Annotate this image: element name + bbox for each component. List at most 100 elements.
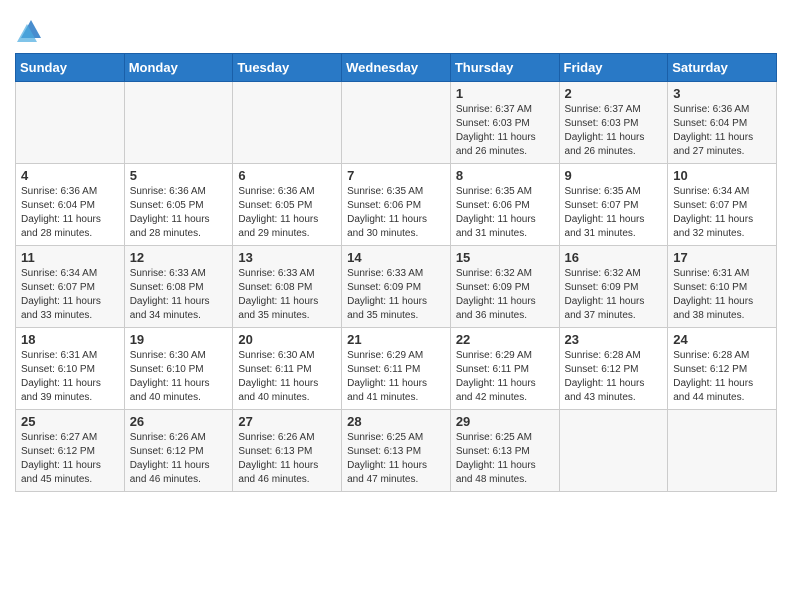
day-info: Sunrise: 6:30 AM Sunset: 6:10 PM Dayligh… xyxy=(130,349,228,405)
day-info: Sunrise: 6:28 AM Sunset: 6:12 PM Dayligh… xyxy=(565,349,663,405)
day-number: 18 xyxy=(21,332,119,347)
calendar-cell: 14 Sunrise: 6:33 AM Sunset: 6:09 PM Dayli… xyxy=(342,246,451,328)
day-info: Sunrise: 6:33 AM Sunset: 6:08 PM Dayligh… xyxy=(130,267,228,323)
day-number: 26 xyxy=(130,414,228,429)
calendar-cell: 13 Sunrise: 6:33 AM Sunset: 6:08 PM Dayli… xyxy=(233,246,342,328)
day-info: Sunrise: 6:31 AM Sunset: 6:10 PM Dayligh… xyxy=(21,349,119,405)
day-number: 21 xyxy=(347,332,445,347)
calendar-cell: 26 Sunrise: 6:26 AM Sunset: 6:12 PM Dayli… xyxy=(124,410,233,492)
day-info: Sunrise: 6:29 AM Sunset: 6:11 PM Dayligh… xyxy=(347,349,445,405)
calendar-cell: 2 Sunrise: 6:37 AM Sunset: 6:03 PM Daylig… xyxy=(559,82,668,164)
header-cell-monday: Monday xyxy=(124,54,233,82)
calendar-cell xyxy=(233,82,342,164)
calendar-cell: 10Sunrise: 6:34 AM Sunset: 6:07 PM Dayli… xyxy=(668,164,777,246)
day-number: 13 xyxy=(238,250,336,265)
calendar-week-4: 18 Sunrise: 6:31 AM Sunset: 6:10 PM Dayli… xyxy=(16,328,777,410)
day-number: 16 xyxy=(565,250,663,265)
day-info: Sunrise: 6:26 AM Sunset: 6:13 PM Dayligh… xyxy=(238,431,336,487)
day-info: Sunrise: 6:25 AM Sunset: 6:13 PM Dayligh… xyxy=(347,431,445,487)
calendar-cell: 27Sunrise: 6:26 AM Sunset: 6:13 PM Dayli… xyxy=(233,410,342,492)
calendar-cell xyxy=(342,82,451,164)
header-cell-wednesday: Wednesday xyxy=(342,54,451,82)
calendar-cell: 24 Sunrise: 6:28 AM Sunset: 6:12 PM Dayli… xyxy=(668,328,777,410)
day-number: 17 xyxy=(673,250,771,265)
calendar-cell: 28Sunrise: 6:25 AM Sunset: 6:13 PM Dayli… xyxy=(342,410,451,492)
calendar-cell: 29 Sunrise: 6:25 AM Sunset: 6:13 PM Dayli… xyxy=(450,410,559,492)
day-info: Sunrise: 6:29 AM Sunset: 6:11 PM Dayligh… xyxy=(456,349,554,405)
header-cell-saturday: Saturday xyxy=(668,54,777,82)
header-cell-sunday: Sunday xyxy=(16,54,125,82)
calendar-cell: 17Sunrise: 6:31 AM Sunset: 6:10 PM Dayli… xyxy=(668,246,777,328)
day-number: 22 xyxy=(456,332,554,347)
calendar-week-2: 4 Sunrise: 6:36 AM Sunset: 6:04 PM Daylig… xyxy=(16,164,777,246)
calendar-cell: 25 Sunrise: 6:27 AM Sunset: 6:12 PM Dayli… xyxy=(16,410,125,492)
day-number: 12 xyxy=(130,250,228,265)
calendar-table: SundayMondayTuesdayWednesdayThursdayFrid… xyxy=(15,53,777,492)
calendar-cell: 16 Sunrise: 6:32 AM Sunset: 6:09 PM Dayli… xyxy=(559,246,668,328)
calendar-cell: 8Sunrise: 6:35 AM Sunset: 6:06 PM Daylig… xyxy=(450,164,559,246)
calendar-cell xyxy=(16,82,125,164)
calendar-week-1: 1Sunrise: 6:37 AM Sunset: 6:03 PM Daylig… xyxy=(16,82,777,164)
day-number: 4 xyxy=(21,168,119,183)
calendar-cell: 4 Sunrise: 6:36 AM Sunset: 6:04 PM Daylig… xyxy=(16,164,125,246)
day-info: Sunrise: 6:32 AM Sunset: 6:09 PM Dayligh… xyxy=(456,267,554,323)
day-info: Sunrise: 6:34 AM Sunset: 6:07 PM Dayligh… xyxy=(21,267,119,323)
header-cell-thursday: Thursday xyxy=(450,54,559,82)
day-number: 3 xyxy=(673,86,771,101)
day-info: Sunrise: 6:26 AM Sunset: 6:12 PM Dayligh… xyxy=(130,431,228,487)
day-info: Sunrise: 6:34 AM Sunset: 6:07 PM Dayligh… xyxy=(673,185,771,241)
day-number: 24 xyxy=(673,332,771,347)
day-number: 7 xyxy=(347,168,445,183)
day-number: 15 xyxy=(456,250,554,265)
header xyxy=(15,10,777,47)
day-number: 8 xyxy=(456,168,554,183)
day-info: Sunrise: 6:25 AM Sunset: 6:13 PM Dayligh… xyxy=(456,431,554,487)
calendar-cell: 3 Sunrise: 6:36 AM Sunset: 6:04 PM Daylig… xyxy=(668,82,777,164)
calendar-cell: 5 Sunrise: 6:36 AM Sunset: 6:05 PM Daylig… xyxy=(124,164,233,246)
day-info: Sunrise: 6:33 AM Sunset: 6:09 PM Dayligh… xyxy=(347,267,445,323)
calendar-cell: 20 Sunrise: 6:30 AM Sunset: 6:11 PM Dayli… xyxy=(233,328,342,410)
day-info: Sunrise: 6:37 AM Sunset: 6:03 PM Dayligh… xyxy=(456,103,554,159)
day-number: 6 xyxy=(238,168,336,183)
day-number: 2 xyxy=(565,86,663,101)
calendar-cell: 9 Sunrise: 6:35 AM Sunset: 6:07 PM Daylig… xyxy=(559,164,668,246)
day-info: Sunrise: 6:27 AM Sunset: 6:12 PM Dayligh… xyxy=(21,431,119,487)
logo-icon xyxy=(15,29,45,46)
day-number: 5 xyxy=(130,168,228,183)
day-info: Sunrise: 6:36 AM Sunset: 6:05 PM Dayligh… xyxy=(130,185,228,241)
calendar-cell: 11Sunrise: 6:34 AM Sunset: 6:07 PM Dayli… xyxy=(16,246,125,328)
calendar-cell: 18 Sunrise: 6:31 AM Sunset: 6:10 PM Dayli… xyxy=(16,328,125,410)
day-info: Sunrise: 6:36 AM Sunset: 6:05 PM Dayligh… xyxy=(238,185,336,241)
calendar-cell xyxy=(668,410,777,492)
calendar-cell: 12 Sunrise: 6:33 AM Sunset: 6:08 PM Dayli… xyxy=(124,246,233,328)
calendar-week-5: 25 Sunrise: 6:27 AM Sunset: 6:12 PM Dayli… xyxy=(16,410,777,492)
calendar-cell xyxy=(124,82,233,164)
calendar-cell: 22 Sunrise: 6:29 AM Sunset: 6:11 PM Dayli… xyxy=(450,328,559,410)
day-info: Sunrise: 6:30 AM Sunset: 6:11 PM Dayligh… xyxy=(238,349,336,405)
day-number: 23 xyxy=(565,332,663,347)
calendar-week-3: 11Sunrise: 6:34 AM Sunset: 6:07 PM Dayli… xyxy=(16,246,777,328)
day-number: 20 xyxy=(238,332,336,347)
page: SundayMondayTuesdayWednesdayThursdayFrid… xyxy=(0,0,792,507)
day-info: Sunrise: 6:33 AM Sunset: 6:08 PM Dayligh… xyxy=(238,267,336,323)
calendar-cell: 6 Sunrise: 6:36 AM Sunset: 6:05 PM Daylig… xyxy=(233,164,342,246)
day-number: 25 xyxy=(21,414,119,429)
day-number: 9 xyxy=(565,168,663,183)
header-row: SundayMondayTuesdayWednesdayThursdayFrid… xyxy=(16,54,777,82)
header-cell-friday: Friday xyxy=(559,54,668,82)
calendar-cell: 1Sunrise: 6:37 AM Sunset: 6:03 PM Daylig… xyxy=(450,82,559,164)
day-info: Sunrise: 6:28 AM Sunset: 6:12 PM Dayligh… xyxy=(673,349,771,405)
calendar-cell: 15 Sunrise: 6:32 AM Sunset: 6:09 PM Dayli… xyxy=(450,246,559,328)
day-info: Sunrise: 6:32 AM Sunset: 6:09 PM Dayligh… xyxy=(565,267,663,323)
day-info: Sunrise: 6:36 AM Sunset: 6:04 PM Dayligh… xyxy=(21,185,119,241)
day-number: 29 xyxy=(456,414,554,429)
day-number: 19 xyxy=(130,332,228,347)
day-info: Sunrise: 6:37 AM Sunset: 6:03 PM Dayligh… xyxy=(565,103,663,159)
header-cell-tuesday: Tuesday xyxy=(233,54,342,82)
calendar-cell: 21 Sunrise: 6:29 AM Sunset: 6:11 PM Dayli… xyxy=(342,328,451,410)
logo xyxy=(15,14,45,47)
day-info: Sunrise: 6:36 AM Sunset: 6:04 PM Dayligh… xyxy=(673,103,771,159)
day-info: Sunrise: 6:35 AM Sunset: 6:06 PM Dayligh… xyxy=(347,185,445,241)
day-info: Sunrise: 6:35 AM Sunset: 6:07 PM Dayligh… xyxy=(565,185,663,241)
day-number: 14 xyxy=(347,250,445,265)
